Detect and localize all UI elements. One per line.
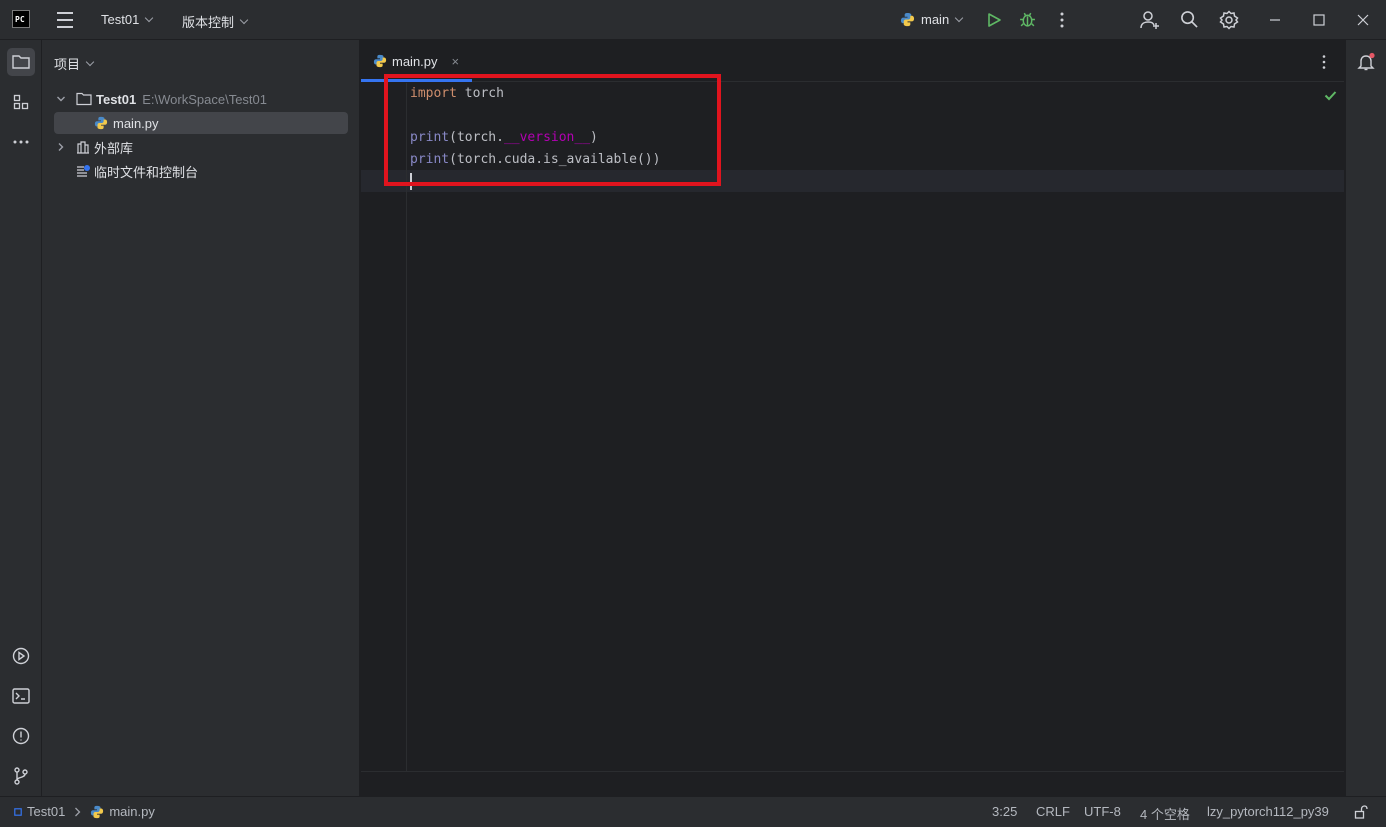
run-tool-icon[interactable]: [7, 642, 35, 670]
project-panel: 项目 Test01 E:\WorkSpace\Test01 main.py 外部…: [42, 40, 360, 796]
main-menu-icon[interactable]: [56, 12, 74, 28]
chevron-right-icon[interactable]: [54, 142, 68, 152]
git-icon[interactable]: [7, 762, 35, 790]
pycharm-logo: PC: [12, 10, 30, 28]
vcs-menu-label: 版本控制: [182, 15, 235, 30]
tree-item-scratches[interactable]: 临时文件和控制台: [54, 160, 348, 182]
breadcrumb-project[interactable]: Test01: [27, 804, 65, 819]
close-icon[interactable]: [1357, 14, 1369, 26]
chevron-right-icon: [75, 807, 81, 816]
left-tool-strip: [0, 40, 42, 796]
breadcrumb-file[interactable]: main.py: [109, 804, 155, 819]
tab-label: main.py: [392, 53, 438, 69]
problems-icon[interactable]: [7, 722, 35, 750]
editor-gutter: [361, 83, 407, 771]
run-icon[interactable]: [986, 12, 1002, 28]
tree-item-project-root[interactable]: Test01 E:\WorkSpace\Test01: [54, 88, 348, 110]
more-icon[interactable]: [1058, 11, 1066, 29]
line-ending[interactable]: CRLF: [1036, 804, 1070, 819]
library-icon: [77, 141, 89, 154]
python-file-icon: [373, 54, 387, 68]
indent-setting[interactable]: 4 个空格: [1140, 804, 1190, 823]
breadcrumb: Test01 main.py: [14, 804, 155, 819]
status-bar: Test01 main.py 3:25 CRLF UTF-8 4 个空格 lzy…: [0, 796, 1386, 827]
tree-item-main-py[interactable]: main.py: [54, 112, 348, 134]
chevron-down-icon: [239, 15, 249, 24]
run-config-label: main: [921, 12, 950, 27]
chevron-down-icon: [145, 13, 154, 22]
project-menu-label: Test01: [101, 12, 140, 27]
python-interpreter[interactable]: lzy_pytorch112_py39: [1207, 804, 1329, 819]
tree-item-label: 临时文件和控制台: [94, 164, 199, 180]
file-encoding[interactable]: UTF-8: [1084, 804, 1121, 819]
annotation-highlight-box: [384, 74, 721, 186]
tree-item-label: 外部库: [94, 140, 134, 156]
folder-icon: [76, 92, 92, 106]
tree-item-label: Test01: [96, 91, 137, 107]
debug-icon[interactable]: [1019, 11, 1036, 28]
project-menu[interactable]: Test01: [101, 12, 154, 27]
editor-bottom-bar: [361, 771, 1344, 796]
right-tool-strip: [1345, 40, 1386, 796]
vcs-menu[interactable]: 版本控制: [182, 12, 249, 31]
more-tools-icon[interactable]: [7, 128, 35, 156]
add-user-icon[interactable]: [1140, 10, 1160, 30]
structure-icon[interactable]: [7, 88, 35, 116]
search-icon[interactable]: [1180, 10, 1199, 29]
close-tab-icon[interactable]: ×: [452, 54, 460, 69]
chevron-down-icon: [85, 57, 95, 66]
settings-icon[interactable]: [1219, 10, 1239, 30]
project-panel-title[interactable]: 项目: [54, 54, 95, 73]
scratches-icon: [77, 165, 90, 177]
editor-area: main.py × import torch print(torch.__ver…: [361, 40, 1344, 796]
python-file-icon: [91, 805, 104, 818]
project-panel-title-label: 项目: [54, 57, 81, 72]
lock-icon[interactable]: [1354, 805, 1368, 819]
project-path: E:\WorkSpace\Test01: [142, 91, 267, 107]
run-config-selector[interactable]: main: [900, 12, 964, 27]
tree-item-label: main.py: [113, 115, 159, 131]
inspection-ok-icon[interactable]: [1324, 89, 1337, 104]
python-icon: [900, 12, 915, 27]
caret-position[interactable]: 3:25: [992, 804, 1017, 819]
python-file-icon: [94, 116, 108, 130]
minimize-icon[interactable]: [1269, 14, 1281, 26]
chevron-down-icon[interactable]: [54, 94, 68, 104]
maximize-icon[interactable]: [1313, 14, 1325, 26]
editor-options-icon[interactable]: [1321, 54, 1327, 73]
tree-item-external-libraries[interactable]: 外部库: [54, 136, 348, 158]
title-bar: PC Test01 版本控制 main: [0, 0, 1386, 40]
module-icon: [14, 807, 22, 816]
terminal-icon[interactable]: [7, 682, 35, 710]
project-icon[interactable]: [7, 48, 35, 76]
notifications-icon[interactable]: [1356, 52, 1376, 75]
chevron-down-icon: [954, 13, 964, 22]
